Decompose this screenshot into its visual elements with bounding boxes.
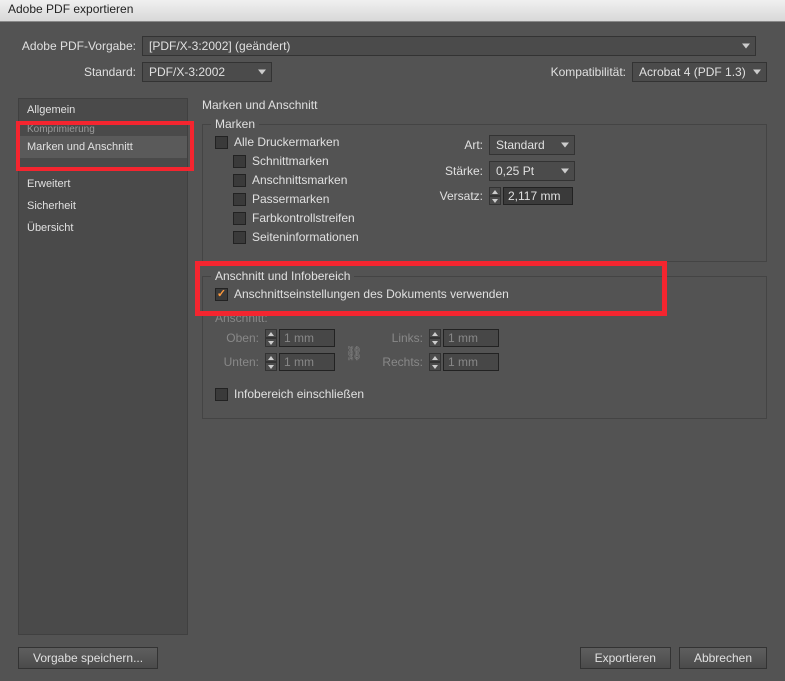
label-page-info: Seiteninformationen xyxy=(252,230,359,244)
offset-input[interactable] xyxy=(503,187,573,205)
label-color-bars: Farbkontrollstreifen xyxy=(252,211,355,225)
sidebar-item-allgemein[interactable]: Allgemein xyxy=(19,99,187,121)
bleed-right-up-icon xyxy=(429,353,441,362)
standard-label: Standard: xyxy=(18,65,136,79)
check-use-doc-bleed[interactable] xyxy=(215,288,228,301)
preset-label: Adobe PDF-Vorgabe: xyxy=(18,39,136,53)
export-button[interactable]: Exportieren xyxy=(580,647,671,669)
offset-up-icon[interactable] xyxy=(489,187,501,196)
bleed-right-down-icon xyxy=(429,362,441,371)
bleed-top-down-icon xyxy=(265,338,277,347)
sidebar: Allgemein Komprimierung Marken und Ansch… xyxy=(18,98,188,635)
type-label: Art: xyxy=(425,138,483,152)
bleed-top-label: Oben: xyxy=(215,331,259,345)
bleed-bottom-label: Unten: xyxy=(215,355,259,369)
bleed-left-spinner xyxy=(429,329,499,347)
cancel-button[interactable]: Abbrechen xyxy=(679,647,767,669)
type-dropdown[interactable]: Standard xyxy=(489,135,575,155)
panel-title: Marken und Anschnitt xyxy=(202,98,767,112)
label-use-doc-bleed: Anschnittseinstellungen des Dokuments ve… xyxy=(234,287,509,301)
label-crop-marks: Schnittmarken xyxy=(252,154,329,168)
preset-dropdown[interactable]: [PDF/X-3:2002] (geändert) xyxy=(142,36,756,56)
weight-dropdown[interactable]: 0,25 Pt xyxy=(489,161,575,181)
bleed-left-label: Links: xyxy=(373,331,423,345)
footer: Vorgabe speichern... Exportieren Abbrech… xyxy=(18,635,767,669)
bleed-fieldset: Anschnitt und Infobereich Anschnittseins… xyxy=(202,276,767,419)
bleed-bottom-spinner xyxy=(265,353,335,371)
link-icon: ⛓ xyxy=(347,339,361,367)
window-title: Adobe PDF exportieren xyxy=(8,2,133,16)
marks-legend: Marken xyxy=(211,117,259,131)
bleed-legend: Anschnitt und Infobereich xyxy=(211,269,354,283)
bleed-right-spinner xyxy=(429,353,499,371)
bleed-left-input xyxy=(443,329,499,347)
sidebar-item-komprimierung[interactable]: Komprimierung xyxy=(19,121,187,136)
dialog-body: Adobe PDF-Vorgabe: [PDF/X-3:2002] (geänd… xyxy=(0,22,785,681)
check-include-slug[interactable] xyxy=(215,388,228,401)
sidebar-item-marken[interactable]: Marken und Anschnitt xyxy=(19,136,187,158)
label-all-marks: Alle Druckermarken xyxy=(234,135,339,149)
bleed-top-up-icon xyxy=(265,329,277,338)
sidebar-item-sicherheit[interactable]: Sicherheit xyxy=(19,195,187,217)
bleed-top-spinner xyxy=(265,329,335,347)
bleed-right-input xyxy=(443,353,499,371)
bleed-left-down-icon xyxy=(429,338,441,347)
bleed-right-label: Rechts: xyxy=(373,355,423,369)
save-preset-button[interactable]: Vorgabe speichern... xyxy=(18,647,158,669)
label-reg-marks: Passermarken xyxy=(252,192,329,206)
offset-down-icon[interactable] xyxy=(489,196,501,205)
weight-label: Stärke: xyxy=(425,164,483,178)
bleed-bottom-down-icon xyxy=(265,362,277,371)
compat-label: Kompatibilität: xyxy=(551,65,626,79)
window-titlebar: Adobe PDF exportieren xyxy=(0,0,785,22)
check-bleed-marks[interactable] xyxy=(233,174,246,187)
label-include-slug: Infobereich einschließen xyxy=(234,387,364,401)
sidebar-item-ausgabe[interactable]: Ausgabe xyxy=(19,158,187,173)
check-color-bars[interactable] xyxy=(233,212,246,225)
bleed-left-up-icon xyxy=(429,329,441,338)
offset-spinner[interactable] xyxy=(489,187,573,205)
bleed-bottom-input xyxy=(279,353,335,371)
check-crop-marks[interactable] xyxy=(233,155,246,168)
offset-label: Versatz: xyxy=(425,189,483,203)
check-all-marks[interactable] xyxy=(215,136,228,149)
compat-dropdown[interactable]: Acrobat 4 (PDF 1.3) xyxy=(632,62,767,82)
sidebar-item-uebersicht[interactable]: Übersicht xyxy=(19,217,187,239)
check-page-info[interactable] xyxy=(233,231,246,244)
bleed-section-label: Anschnitt: xyxy=(215,311,754,325)
content-panel: Marken und Anschnitt Marken Alle Drucker… xyxy=(188,98,767,635)
label-bleed-marks: Anschnittsmarken xyxy=(252,173,347,187)
marks-fieldset: Marken Alle Druckermarken Schnittmarken … xyxy=(202,124,767,262)
bleed-bottom-up-icon xyxy=(265,353,277,362)
sidebar-item-erweitert[interactable]: Erweitert xyxy=(19,173,187,195)
check-reg-marks[interactable] xyxy=(233,193,246,206)
standard-dropdown[interactable]: PDF/X-3:2002 xyxy=(142,62,272,82)
bleed-top-input xyxy=(279,329,335,347)
top-settings: Adobe PDF-Vorgabe: [PDF/X-3:2002] (geänd… xyxy=(18,36,767,88)
